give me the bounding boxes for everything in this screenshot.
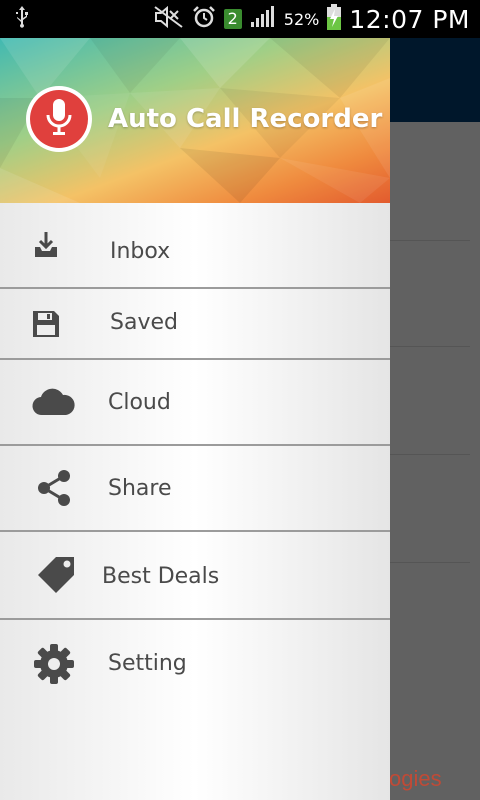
gear-icon bbox=[30, 640, 78, 688]
app-title: Auto Call Recorder bbox=[108, 104, 383, 134]
app-logo bbox=[26, 86, 92, 152]
usb-icon bbox=[14, 5, 30, 33]
inbox-download-icon bbox=[22, 222, 70, 270]
menu-item-best-deals[interactable]: Best Deals bbox=[0, 532, 390, 618]
menu-item-cloud[interactable]: Cloud bbox=[0, 360, 390, 444]
navigation-drawer: Auto Call Recorder Inbox Saved Cloud Sha… bbox=[0, 38, 390, 800]
floppy-disk-icon bbox=[22, 300, 70, 348]
menu-item-label: Saved bbox=[110, 310, 178, 335]
menu-item-label: Cloud bbox=[108, 390, 171, 415]
menu-item-label: Share bbox=[108, 476, 172, 501]
menu-item-inbox[interactable]: Inbox bbox=[0, 203, 390, 289]
tag-icon bbox=[32, 551, 80, 599]
status-bar: 2 52% 12:07 PM bbox=[0, 0, 480, 38]
menu-item-label: Best Deals bbox=[102, 564, 220, 589]
clock: 12:07 PM bbox=[349, 4, 470, 34]
cloud-icon bbox=[30, 378, 78, 426]
battery-percent: 52% bbox=[283, 9, 320, 29]
background-partial-text: ogies bbox=[389, 766, 442, 791]
menu-item-setting[interactable]: Setting bbox=[0, 620, 390, 706]
alarm-icon bbox=[192, 5, 216, 33]
menu-item-label: Setting bbox=[108, 651, 187, 676]
drawer-header: Auto Call Recorder bbox=[0, 38, 390, 203]
mute-icon bbox=[154, 5, 184, 32]
battery-charging-icon bbox=[327, 4, 342, 34]
share-icon bbox=[30, 464, 78, 512]
signal-icon bbox=[250, 6, 276, 32]
menu-item-share[interactable]: Share bbox=[0, 446, 390, 530]
microphone-icon bbox=[44, 97, 74, 141]
menu-item-saved[interactable]: Saved bbox=[0, 289, 390, 359]
notification-count-badge: 2 bbox=[223, 9, 242, 29]
menu-item-label: Inbox bbox=[110, 239, 171, 264]
